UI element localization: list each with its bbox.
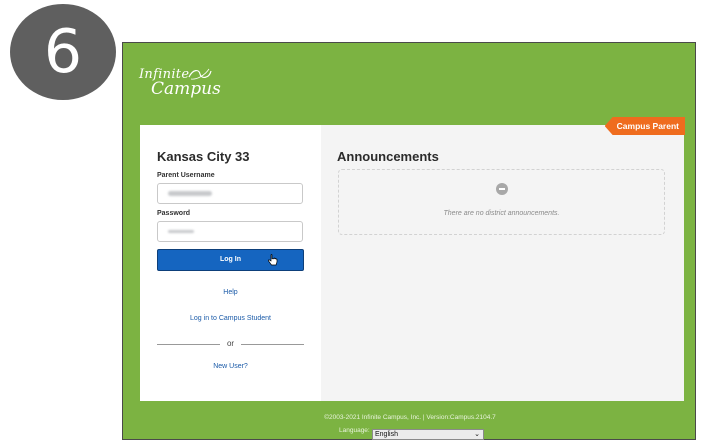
new-user-link[interactable]: New User? — [140, 363, 321, 370]
announcements-box: There are no district announcements. — [338, 169, 665, 235]
username-input[interactable] — [157, 183, 303, 204]
chevron-down-icon: ⌄ — [474, 431, 480, 438]
announcements-title: Announcements — [337, 149, 439, 164]
campus-student-link[interactable]: Log in to Campus Student — [140, 315, 321, 322]
hand-cursor-icon — [268, 254, 278, 266]
campus-parent-tag: Campus Parent — [604, 117, 685, 135]
or-line-right — [241, 344, 304, 345]
language-value: English — [375, 431, 398, 438]
browser-window: Infinite Campus Kansas City 33 Parent Us… — [122, 42, 696, 440]
login-button[interactable]: Log In — [157, 249, 304, 271]
infinite-campus-logo: Infinite Campus — [139, 65, 221, 99]
or-divider: or — [157, 339, 304, 351]
no-announcements-text: There are no district announcements. — [443, 210, 560, 217]
login-card: Kansas City 33 Parent Username Password … — [140, 117, 685, 401]
language-select[interactable]: English ⌄ — [372, 429, 484, 440]
login-panel: Kansas City 33 Parent Username Password … — [140, 125, 321, 401]
password-input[interactable] — [157, 221, 303, 242]
password-dots-blurred — [168, 230, 194, 233]
logo-swoosh-icon — [188, 68, 212, 80]
help-link[interactable]: Help — [140, 289, 321, 296]
minus-circle-icon — [496, 183, 508, 195]
username-label: Parent Username — [157, 172, 215, 179]
password-label: Password — [157, 210, 191, 217]
announcements-panel: Announcements There are no district anno… — [321, 125, 684, 401]
logo-line2: Campus — [151, 79, 221, 99]
username-value-blurred — [168, 191, 212, 196]
district-name: Kansas City 33 — [157, 149, 250, 164]
footer-copyright: ©2003-2021 Infinite Campus, Inc. | Versi… — [324, 414, 496, 421]
step-number-badge: 6 — [10, 4, 116, 100]
language-label: Language: — [339, 427, 370, 434]
login-button-label: Log In — [220, 256, 241, 263]
